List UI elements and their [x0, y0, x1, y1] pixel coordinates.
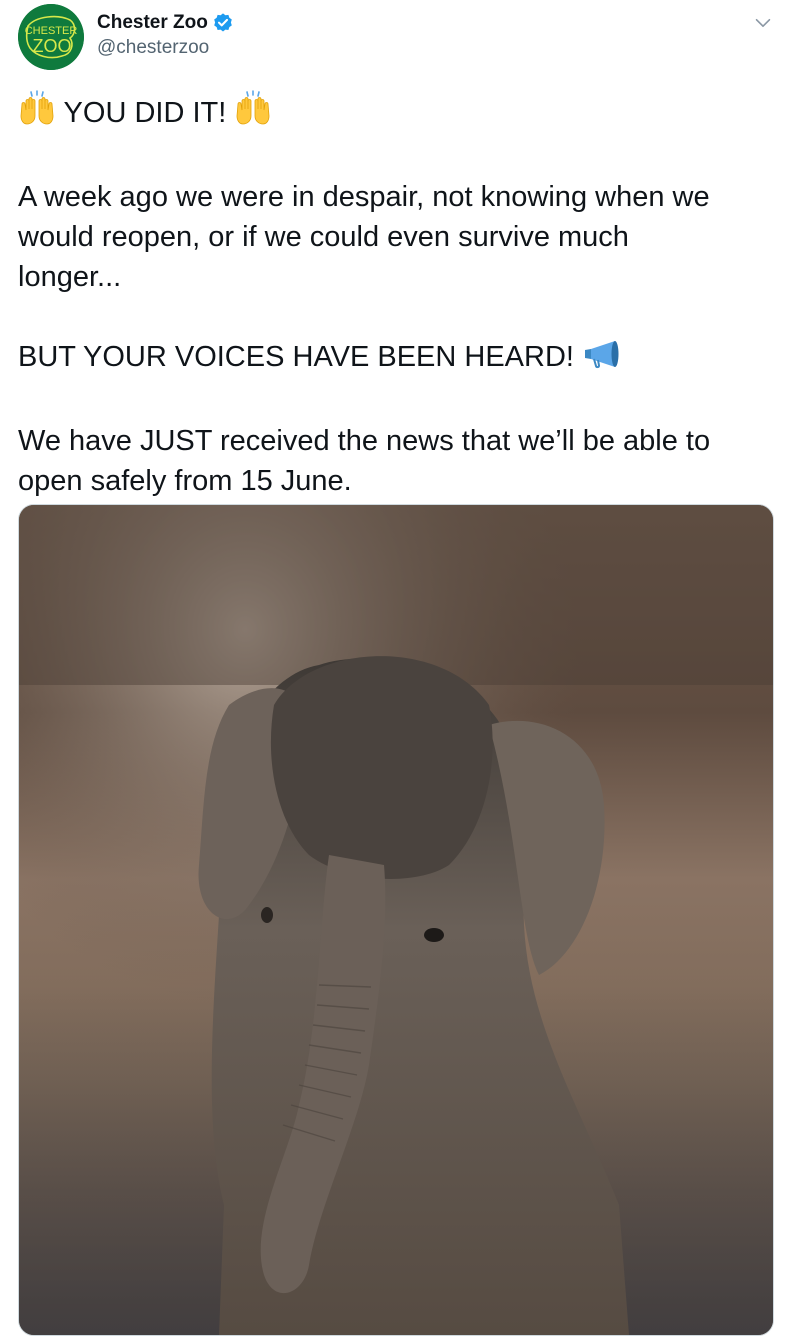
- avatar-logo-bottom: ZOO: [33, 36, 72, 56]
- raising-hands-icon: [18, 90, 56, 137]
- display-name[interactable]: Chester Zoo: [97, 12, 208, 34]
- chevron-down-icon[interactable]: [752, 12, 774, 34]
- text-line-1: YOU DID IT!: [18, 90, 778, 137]
- megaphone-icon: [582, 338, 622, 381]
- display-name-row: Chester Zoo: [97, 10, 234, 36]
- text-line-4: longer...: [18, 261, 122, 293]
- text-line-2: A week ago we were in despair, not knowi…: [18, 181, 710, 213]
- tweet[interactable]: CHESTER ZOO Chester Zoo @chesterzoo YOU …: [0, 0, 790, 1336]
- author-names: Chester Zoo @chesterzoo: [97, 10, 234, 59]
- tweet-photo[interactable]: [18, 504, 774, 1336]
- text-line-3: would reopen, or if we could even surviv…: [18, 221, 629, 253]
- baby-elephant-photo: [19, 505, 773, 1335]
- text-you-did-it: YOU DID IT!: [63, 97, 227, 129]
- avatar[interactable]: CHESTER ZOO: [18, 4, 84, 70]
- text-voices-heard: BUT YOUR VOICES HAVE BEEN HEARD!: [18, 341, 574, 373]
- text-line-6: We have JUST received the news that we’l…: [18, 425, 711, 457]
- tweet-header: CHESTER ZOO Chester Zoo @chesterzoo: [18, 4, 778, 70]
- raising-hands-icon: [234, 90, 272, 137]
- text-line-7: open safely from 15 June.: [18, 465, 352, 497]
- handle[interactable]: @chesterzoo: [97, 37, 234, 59]
- text-line-5: BUT YOUR VOICES HAVE BEEN HEARD!: [18, 337, 778, 381]
- tweet-text: YOU DID IT! A week ago we were in despai…: [18, 90, 778, 501]
- verified-badge-icon: [212, 12, 234, 34]
